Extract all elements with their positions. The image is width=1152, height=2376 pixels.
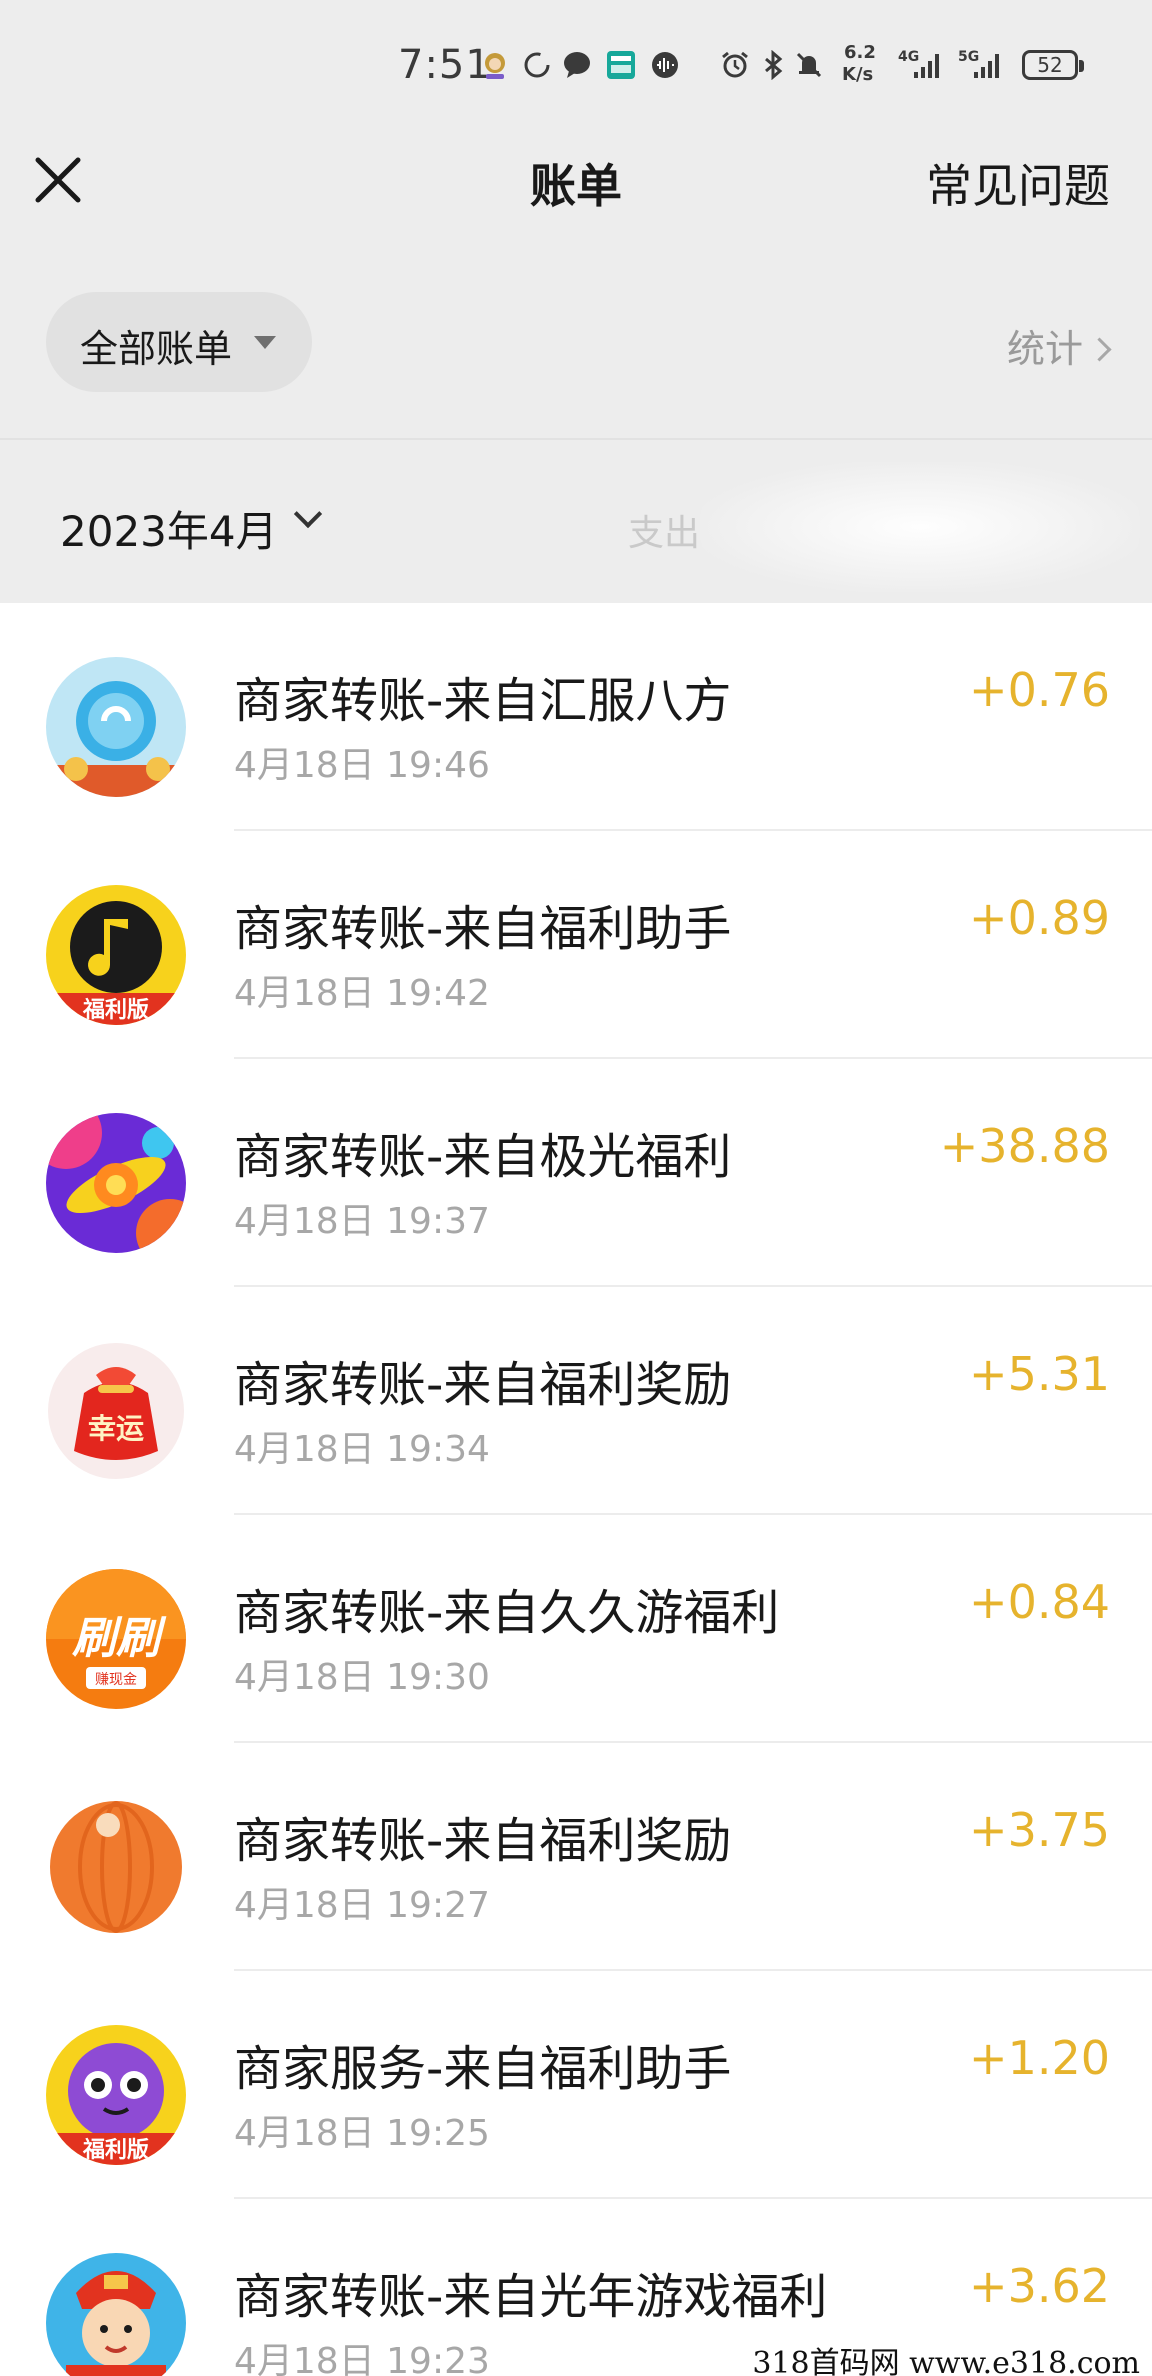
- net-speed-value: 6.2: [844, 42, 876, 63]
- bill-item[interactable]: 福利版 商家服务-来自福利助手 4月18日 19:25 +1.20: [0, 1971, 1152, 2199]
- avatar-notification-icon: [485, 53, 505, 79]
- caret-down-icon: [254, 336, 276, 349]
- bill-amount: +0.89: [969, 891, 1110, 945]
- bill-time: 4月18日 19:34: [234, 1429, 490, 1470]
- alarm-icon: [722, 51, 748, 78]
- net-speed-unit: K/s: [842, 64, 874, 85]
- huifu-bafang-app-icon: [46, 657, 186, 797]
- bill-item[interactable]: 商家转账-来自汇服八方 4月18日 19:46 +0.76: [0, 603, 1152, 831]
- bill-list: 商家转账-来自汇服八方 4月18日 19:46 +0.76 福利版 商家转账-来…: [0, 603, 1152, 2376]
- bill-amount: +3.62: [969, 2259, 1110, 2313]
- status-bar: 7:51 6.2 K/s 4G 5G 52: [0, 0, 1152, 130]
- bill-item[interactable]: 幸运 商家转账-来自福利奖励 4月18日 19:34 +5.31: [0, 1287, 1152, 1515]
- month-summary: 支出: [628, 513, 701, 554]
- redaction-smudge: [700, 462, 1140, 592]
- filter-row: 全部账单 统计: [0, 250, 1152, 440]
- watermark: 318首码网 www.e318.com: [748, 2338, 1144, 2376]
- audio-wave-icon: [652, 52, 678, 78]
- battery-indicator: 52: [1022, 50, 1084, 80]
- shuashua-sub-text: 赚现金: [95, 1672, 137, 1688]
- signal-icon-2: [974, 54, 999, 78]
- bill-title: 商家转账-来自极光福利: [234, 1129, 732, 1185]
- god-of-wealth-app-icon: [46, 2253, 186, 2376]
- bill-filter-dropdown[interactable]: 全部账单: [46, 292, 312, 392]
- faq-link[interactable]: 常见问题: [926, 150, 1110, 216]
- bill-item[interactable]: 福利版 商家转账-来自福利助手 4月18日 19:42 +0.89: [0, 831, 1152, 1059]
- bill-title: 商家转账-来自福利奖励: [234, 1357, 732, 1413]
- stats-label: 统计: [1006, 327, 1083, 371]
- shuashua-app-icon: 刷刷 赚现金: [46, 1569, 186, 1709]
- bill-title: 商家转账-来自光年游戏福利: [234, 2269, 828, 2325]
- shuashua-text: 刷刷: [72, 1613, 167, 1664]
- month-selector[interactable]: 2023年4月: [60, 498, 278, 559]
- chevron-right-icon: [1087, 337, 1112, 362]
- bill-amount: +1.20: [969, 2031, 1110, 2085]
- bill-title: 商家转账-来自汇服八方: [234, 673, 732, 729]
- status-time: 7:51: [398, 42, 492, 88]
- close-icon[interactable]: [30, 152, 86, 208]
- stats-link[interactable]: 统计: [1006, 318, 1112, 373]
- bill-amount: +38.88: [939, 1119, 1110, 1173]
- header-area: 7:51 6.2 K/s 4G 5G 52 账单 常见问题 全部账单 统计 20…: [0, 0, 1152, 603]
- nav-bar: 账单 常见问题: [0, 130, 1152, 250]
- loading-circle-icon: [524, 52, 550, 78]
- music-note-welfare-app-icon: 福利版: [46, 885, 186, 1025]
- bill-time: 4月18日 19:46: [234, 745, 490, 786]
- bill-time: 4月18日 19:23: [234, 2341, 490, 2376]
- bill-amount: +0.84: [969, 1575, 1110, 1629]
- lucky-bag-app-icon: 幸运: [46, 1341, 186, 1481]
- bill-time: 4月18日 19:25: [234, 2113, 490, 2154]
- planet-app-icon: [46, 1113, 186, 1253]
- bill-time: 4月18日 19:37: [234, 1201, 490, 1242]
- bill-amount: +3.75: [969, 1803, 1110, 1857]
- bill-filter-label: 全部账单: [80, 327, 233, 371]
- boss-app-icon: [607, 51, 635, 79]
- welfare-badge-text: 福利版: [82, 998, 149, 1023]
- bluetooth-icon: [765, 50, 783, 80]
- month-row: 2023年4月 支出: [0, 442, 1152, 603]
- bill-item[interactable]: 刷刷 赚现金 商家转账-来自久久游福利 4月18日 19:30 +0.84: [0, 1515, 1152, 1743]
- mute-bell-icon: [796, 52, 822, 78]
- bill-title: 商家转账-来自福利助手: [234, 901, 732, 957]
- bill-time: 4月18日 19:42: [234, 973, 490, 1014]
- bill-amount: +0.76: [969, 663, 1110, 717]
- bill-item[interactable]: 商家转账-来自极光福利 4月18日 19:37 +38.88: [0, 1059, 1152, 1287]
- bill-title: 商家服务-来自福利助手: [234, 2041, 732, 2097]
- lucky-text: 幸运: [88, 1412, 144, 1445]
- chevron-down-icon[interactable]: [293, 499, 323, 529]
- bill-item[interactable]: 商家转账-来自福利奖励 4月18日 19:27 +3.75: [0, 1743, 1152, 1971]
- purple-creature-welfare-app-icon: 福利版: [46, 2025, 186, 2165]
- signal-icon: [914, 54, 939, 78]
- bill-time: 4月18日 19:30: [234, 1657, 490, 1698]
- orange-lantern-app-icon: [46, 1797, 186, 1937]
- chat-bubble-icon: [564, 52, 590, 78]
- bill-amount: +5.31: [969, 1347, 1110, 1401]
- bill-title: 商家转账-来自福利奖励: [234, 1813, 732, 1869]
- bill-time: 4月18日 19:27: [234, 1885, 490, 1926]
- welfare-badge-text: 福利版: [82, 2138, 149, 2163]
- bill-title: 商家转账-来自久久游福利: [234, 1585, 780, 1641]
